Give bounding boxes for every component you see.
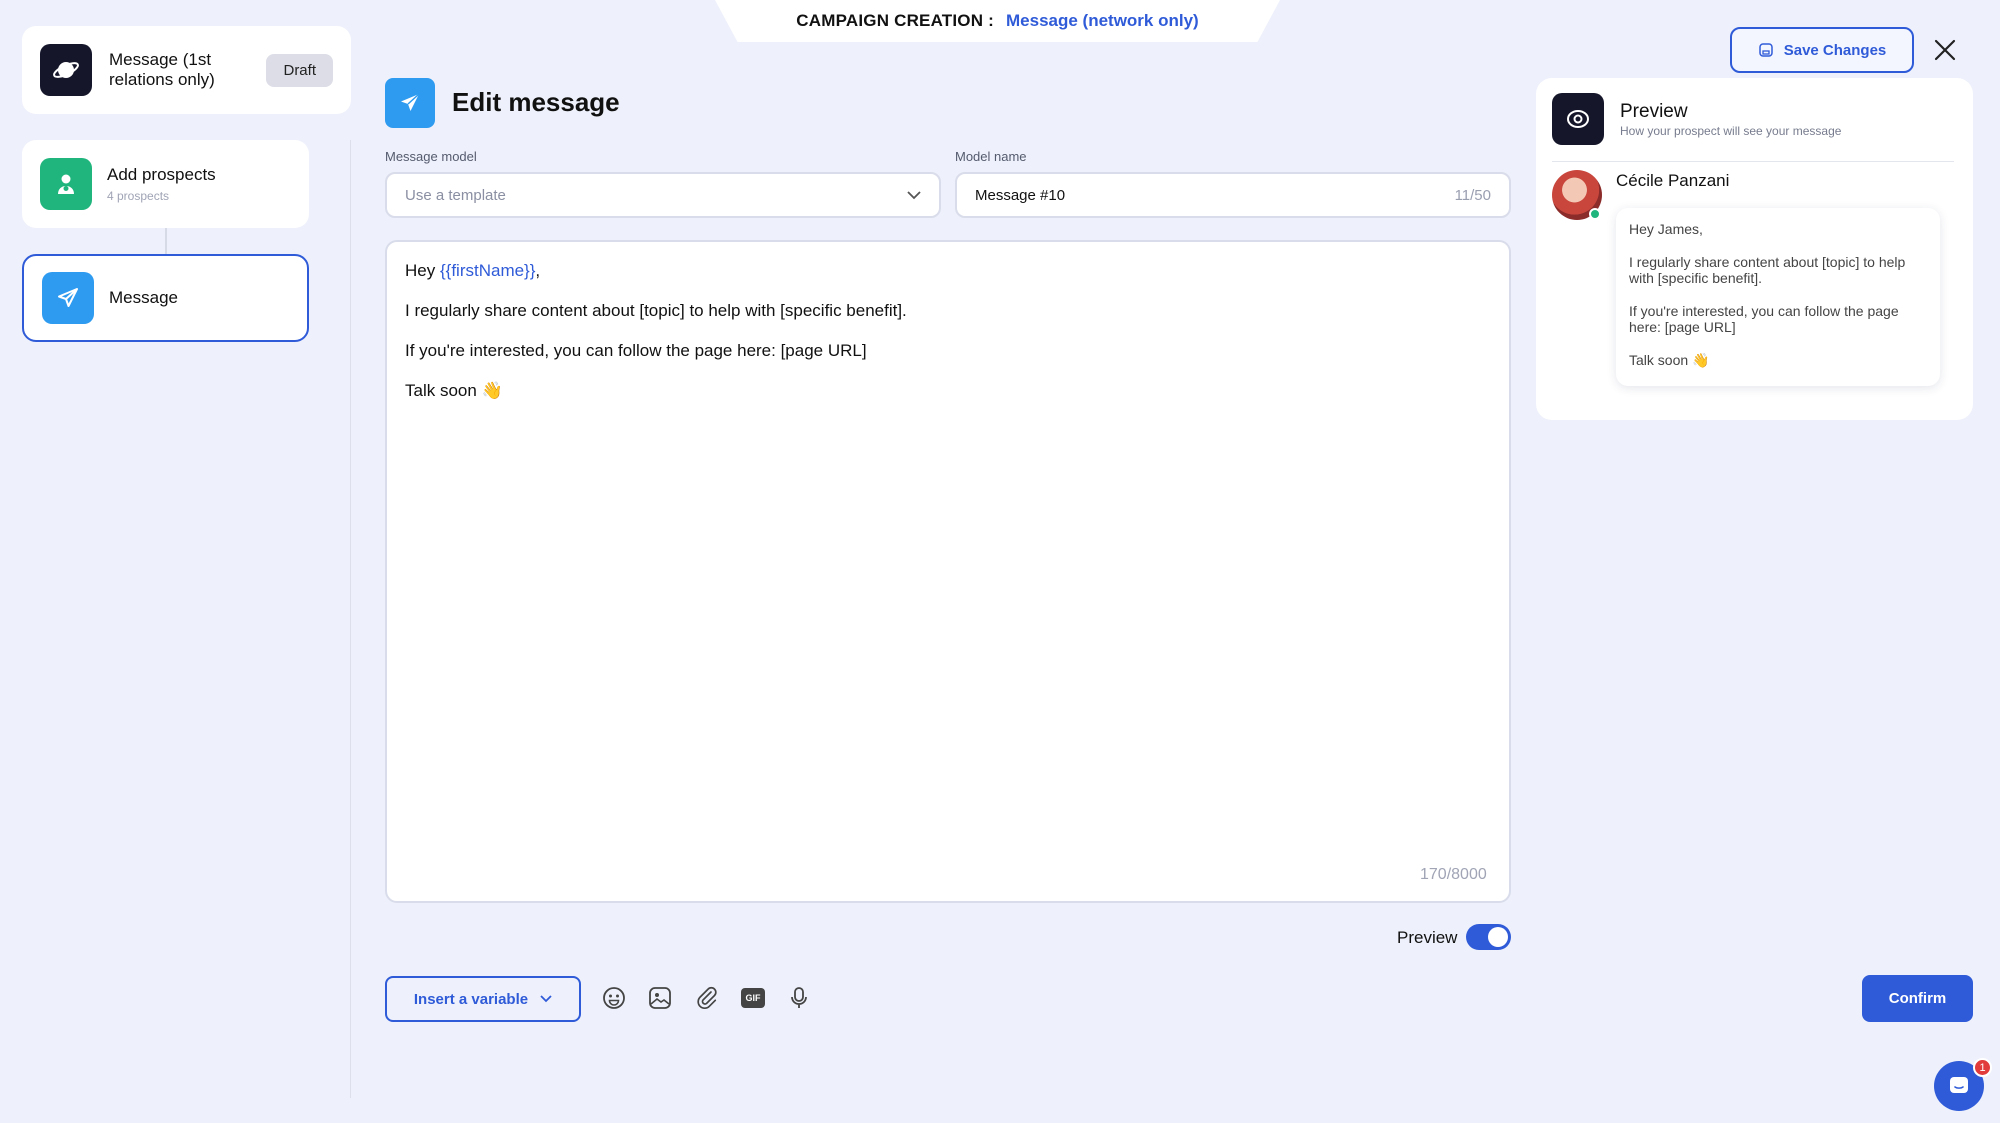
image-icon[interactable]: [647, 985, 673, 1011]
sidebar-divider: [350, 140, 351, 1098]
bubble-line: Talk soon 👋: [1629, 352, 1710, 368]
model-label: Message model: [385, 149, 477, 164]
save-icon: [1758, 42, 1774, 58]
step-title: Add prospects: [107, 165, 216, 184]
insert-variable-button[interactable]: Insert a variable: [385, 976, 581, 1022]
insert-variable-label: Insert a variable: [413, 990, 529, 1008]
attachment-icon[interactable]: [694, 985, 720, 1011]
save-changes-label: Save Changes: [1783, 41, 1887, 59]
message-bubble: Hey James, I regularly share content abo…: [1616, 208, 1940, 386]
sender-name: Cécile Panzani: [1616, 171, 1730, 190]
step-connector: [165, 228, 167, 254]
message-line: I regularly share content about [topic] …: [405, 301, 907, 320]
greeting-suffix: ,: [535, 261, 541, 280]
campaign-header-value: Message (network only): [1006, 11, 1199, 30]
message-char-count: 170/8000: [1420, 866, 1487, 883]
name-label: Model name: [955, 149, 1027, 164]
step-message[interactable]: Message: [22, 254, 309, 342]
message-line: If you're interested, you can follow the…: [405, 341, 867, 360]
preview-subtitle: How your prospect will see your message: [1620, 124, 1842, 138]
notification-badge: 1: [1973, 1058, 1992, 1077]
online-status-dot: [1589, 208, 1601, 220]
planet-icon: [40, 44, 92, 96]
name-char-count: 11/50: [1454, 186, 1491, 204]
model-name-input[interactable]: Message #10 11/50: [955, 172, 1511, 218]
gif-icon[interactable]: GIF: [740, 985, 766, 1011]
template-select[interactable]: Use a template: [385, 172, 941, 218]
chevron-down-icon: [540, 995, 552, 1003]
step-title: Message: [109, 288, 178, 307]
step-subtitle: 4 prospects: [107, 189, 170, 203]
toggle-knob: [1488, 927, 1508, 947]
campaign-title: Message (1st relations only): [109, 50, 215, 89]
page-title: Edit message: [452, 87, 620, 117]
bubble-line: If you're interested, you can follow the…: [1629, 303, 1899, 335]
microphone-icon[interactable]: [786, 985, 812, 1011]
template-select-placeholder: Use a template: [405, 186, 506, 204]
status-badge: Draft: [266, 53, 333, 87]
variable-chip[interactable]: {{firstName}}: [440, 261, 535, 280]
preview-toggle-label: Preview: [1397, 928, 1458, 947]
bubble-line: I regularly share content about [topic] …: [1629, 254, 1906, 286]
greeting-text: Hey: [405, 261, 440, 280]
message-line: Hey {{firstName}},: [405, 260, 1491, 282]
preview-title: Preview: [1620, 101, 1688, 122]
confirm-button[interactable]: Confirm: [1862, 975, 1973, 1022]
bubble-line: Hey James,: [1629, 221, 1703, 237]
preview-divider: [1552, 161, 1954, 162]
model-name-value: Message #10: [975, 186, 1066, 204]
gif-icon-label: GIF: [741, 988, 765, 1008]
preview-toggle[interactable]: [1466, 924, 1511, 950]
user-icon: [40, 158, 92, 210]
send-icon: [385, 78, 435, 128]
message-editor[interactable]: Hey {{firstName}}, I regularly share con…: [385, 240, 1511, 903]
save-changes-button[interactable]: Save Changes: [1730, 27, 1914, 73]
campaign-card[interactable]: Message (1st relations only) Draft: [22, 26, 351, 114]
campaign-header: CAMPAIGN CREATION : Message (network onl…: [715, 0, 1280, 42]
chat-icon: [1950, 1077, 1968, 1093]
step-add-prospects[interactable]: Add prospects 4 prospects: [22, 140, 309, 228]
emoji-icon[interactable]: [601, 985, 627, 1011]
send-icon: [42, 272, 94, 324]
message-line: Talk soon 👋: [405, 381, 503, 400]
close-icon[interactable]: [1932, 37, 1958, 63]
chevron-down-icon: [907, 190, 921, 200]
campaign-header-label: CAMPAIGN CREATION :: [796, 11, 994, 30]
eye-icon: [1552, 93, 1604, 145]
